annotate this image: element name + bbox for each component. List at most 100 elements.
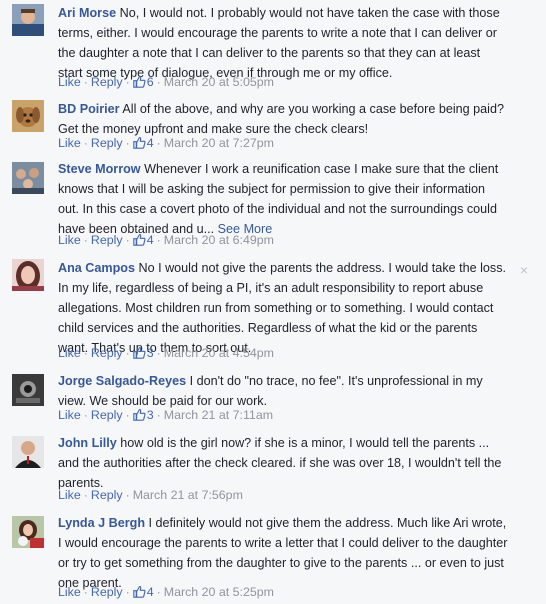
avatar[interactable] xyxy=(12,162,44,194)
like-link[interactable]: Like xyxy=(58,136,81,150)
separator: · xyxy=(83,346,88,360)
commenter-name[interactable]: Ana Campos xyxy=(58,261,135,275)
separator: · xyxy=(156,346,161,360)
timestamp[interactable]: March 21 at 7:56pm xyxy=(133,488,243,502)
comment-body: Jorge Salgado-Reyes I don't do "no trace… xyxy=(58,371,508,411)
comment-actions: Like · Reply · 4 · March 20 at 6:49pm xyxy=(58,231,274,249)
timestamp[interactable]: March 20 at 4:54pm xyxy=(164,346,274,360)
like-count[interactable]: 3 xyxy=(132,406,154,424)
timestamp[interactable]: March 20 at 7:27pm xyxy=(164,136,274,150)
commenter-name[interactable]: Lynda J Bergh xyxy=(58,516,145,530)
separator: · xyxy=(156,408,161,422)
comment-text: No, I would not. I probably would not ha… xyxy=(58,6,500,80)
like-count-value: 3 xyxy=(146,346,154,360)
like-link[interactable]: Like xyxy=(58,488,81,502)
thumbs-up-icon xyxy=(132,233,146,246)
commenter-name[interactable]: BD Poirier xyxy=(58,102,120,116)
separator: · xyxy=(125,585,130,599)
separator: · xyxy=(83,233,88,247)
separator: · xyxy=(83,75,88,89)
comment-actions: Like · Reply · 3 · March 21 at 7:11am xyxy=(58,406,273,424)
timestamp[interactable]: March 21 at 7:11am xyxy=(164,408,273,422)
comment-body: Ari Morse No, I would not. I probably wo… xyxy=(58,3,508,83)
avatar[interactable] xyxy=(12,436,44,468)
comment-body: BD Poirier All of the above, and why are… xyxy=(58,99,508,139)
comment-body: Steve Morrow Whenever I work a reunifica… xyxy=(58,159,508,239)
comment: Lynda J Bergh I definitely would not giv… xyxy=(0,510,546,604)
thumbs-up-icon xyxy=(132,346,146,359)
commenter-name[interactable]: Jorge Salgado-Reyes xyxy=(58,374,186,388)
comment-body: Ana Campos No I would not give the paren… xyxy=(58,258,508,358)
reply-link[interactable]: Reply xyxy=(91,233,123,247)
thumbs-up-icon xyxy=(132,136,146,149)
separator: · xyxy=(156,75,161,89)
comment: BD Poirier All of the above, and why are… xyxy=(0,96,546,156)
avatar[interactable] xyxy=(12,374,44,406)
separator: · xyxy=(83,585,88,599)
avatar[interactable] xyxy=(12,4,44,36)
separator: · xyxy=(83,408,88,422)
comment-actions: Like · Reply · 6 · March 20 at 5:05pm xyxy=(58,73,274,91)
separator: · xyxy=(156,233,161,247)
separator: · xyxy=(125,75,130,89)
separator: · xyxy=(125,346,130,360)
separator: · xyxy=(83,136,88,150)
like-link[interactable]: Like xyxy=(58,408,81,422)
comment: John Lilly how old is the girl now? if s… xyxy=(0,430,546,510)
separator: · xyxy=(125,408,130,422)
like-count-value: 4 xyxy=(146,585,154,599)
reply-link[interactable]: Reply xyxy=(91,346,123,360)
like-count[interactable]: 6 xyxy=(132,73,154,91)
thumbs-up-icon xyxy=(132,408,146,421)
timestamp[interactable]: March 20 at 5:05pm xyxy=(164,75,274,89)
separator: · xyxy=(156,136,161,150)
reply-link[interactable]: Reply xyxy=(91,585,123,599)
like-count[interactable]: 4 xyxy=(132,583,154,601)
comment: Ari Morse No, I would not. I probably wo… xyxy=(0,0,546,96)
like-count-value: 4 xyxy=(146,233,154,247)
reply-link[interactable]: Reply xyxy=(91,488,123,502)
comment-body: Lynda J Bergh I definitely would not giv… xyxy=(58,513,508,593)
comment-actions: Like · Reply · March 21 at 7:56pm xyxy=(58,486,243,504)
like-count[interactable]: 4 xyxy=(132,231,154,249)
thumbs-up-icon xyxy=(132,585,146,598)
like-count-value: 6 xyxy=(146,75,154,89)
comment-thread: Ari Morse No, I would not. I probably wo… xyxy=(0,0,546,604)
reply-link[interactable]: Reply xyxy=(91,75,123,89)
comment-actions: Like · Reply · 4 · March 20 at 5:25pm xyxy=(58,583,274,601)
timestamp[interactable]: March 20 at 5:25pm xyxy=(164,585,274,599)
like-link[interactable]: Like xyxy=(58,233,81,247)
comment-text: how old is the girl now? if she is a min… xyxy=(58,436,502,490)
comment: Steve Morrow Whenever I work a reunifica… xyxy=(0,156,546,255)
thumbs-up-icon xyxy=(132,75,146,88)
like-link[interactable]: Like xyxy=(58,75,81,89)
timestamp[interactable]: March 20 at 6:49pm xyxy=(164,233,274,247)
separator: · xyxy=(125,488,130,502)
like-count-value: 4 xyxy=(146,136,154,150)
like-count-value: 3 xyxy=(146,408,154,422)
like-count[interactable]: 3 xyxy=(132,344,154,362)
commenter-name[interactable]: Steve Morrow xyxy=(58,162,141,176)
reply-link[interactable]: Reply xyxy=(91,136,123,150)
commenter-name[interactable]: John Lilly xyxy=(58,436,117,450)
comment-body: John Lilly how old is the girl now? if s… xyxy=(58,433,508,493)
like-link[interactable]: Like xyxy=(58,585,81,599)
separator: · xyxy=(83,488,88,502)
comment-actions: Like · Reply · 3 · March 20 at 4:54pm xyxy=(58,344,274,362)
close-icon[interactable]: × xyxy=(517,263,531,277)
comment: × Ana Campos No I would not give the par… xyxy=(0,255,546,368)
avatar[interactable] xyxy=(12,100,44,132)
comment: Jorge Salgado-Reyes I don't do "no trace… xyxy=(0,368,546,430)
comment-text: All of the above, and why are you workin… xyxy=(58,102,504,136)
separator: · xyxy=(125,233,130,247)
avatar[interactable] xyxy=(12,259,44,291)
reply-link[interactable]: Reply xyxy=(91,408,123,422)
like-link[interactable]: Like xyxy=(58,346,81,360)
comment-actions: Like · Reply · 4 · March 20 at 7:27pm xyxy=(58,134,274,152)
commenter-name[interactable]: Ari Morse xyxy=(58,6,116,20)
avatar[interactable] xyxy=(12,516,44,548)
like-count[interactable]: 4 xyxy=(132,134,154,152)
separator: · xyxy=(125,136,130,150)
comment-text: No I would not give the parents the addr… xyxy=(58,261,507,355)
separator: · xyxy=(156,585,161,599)
